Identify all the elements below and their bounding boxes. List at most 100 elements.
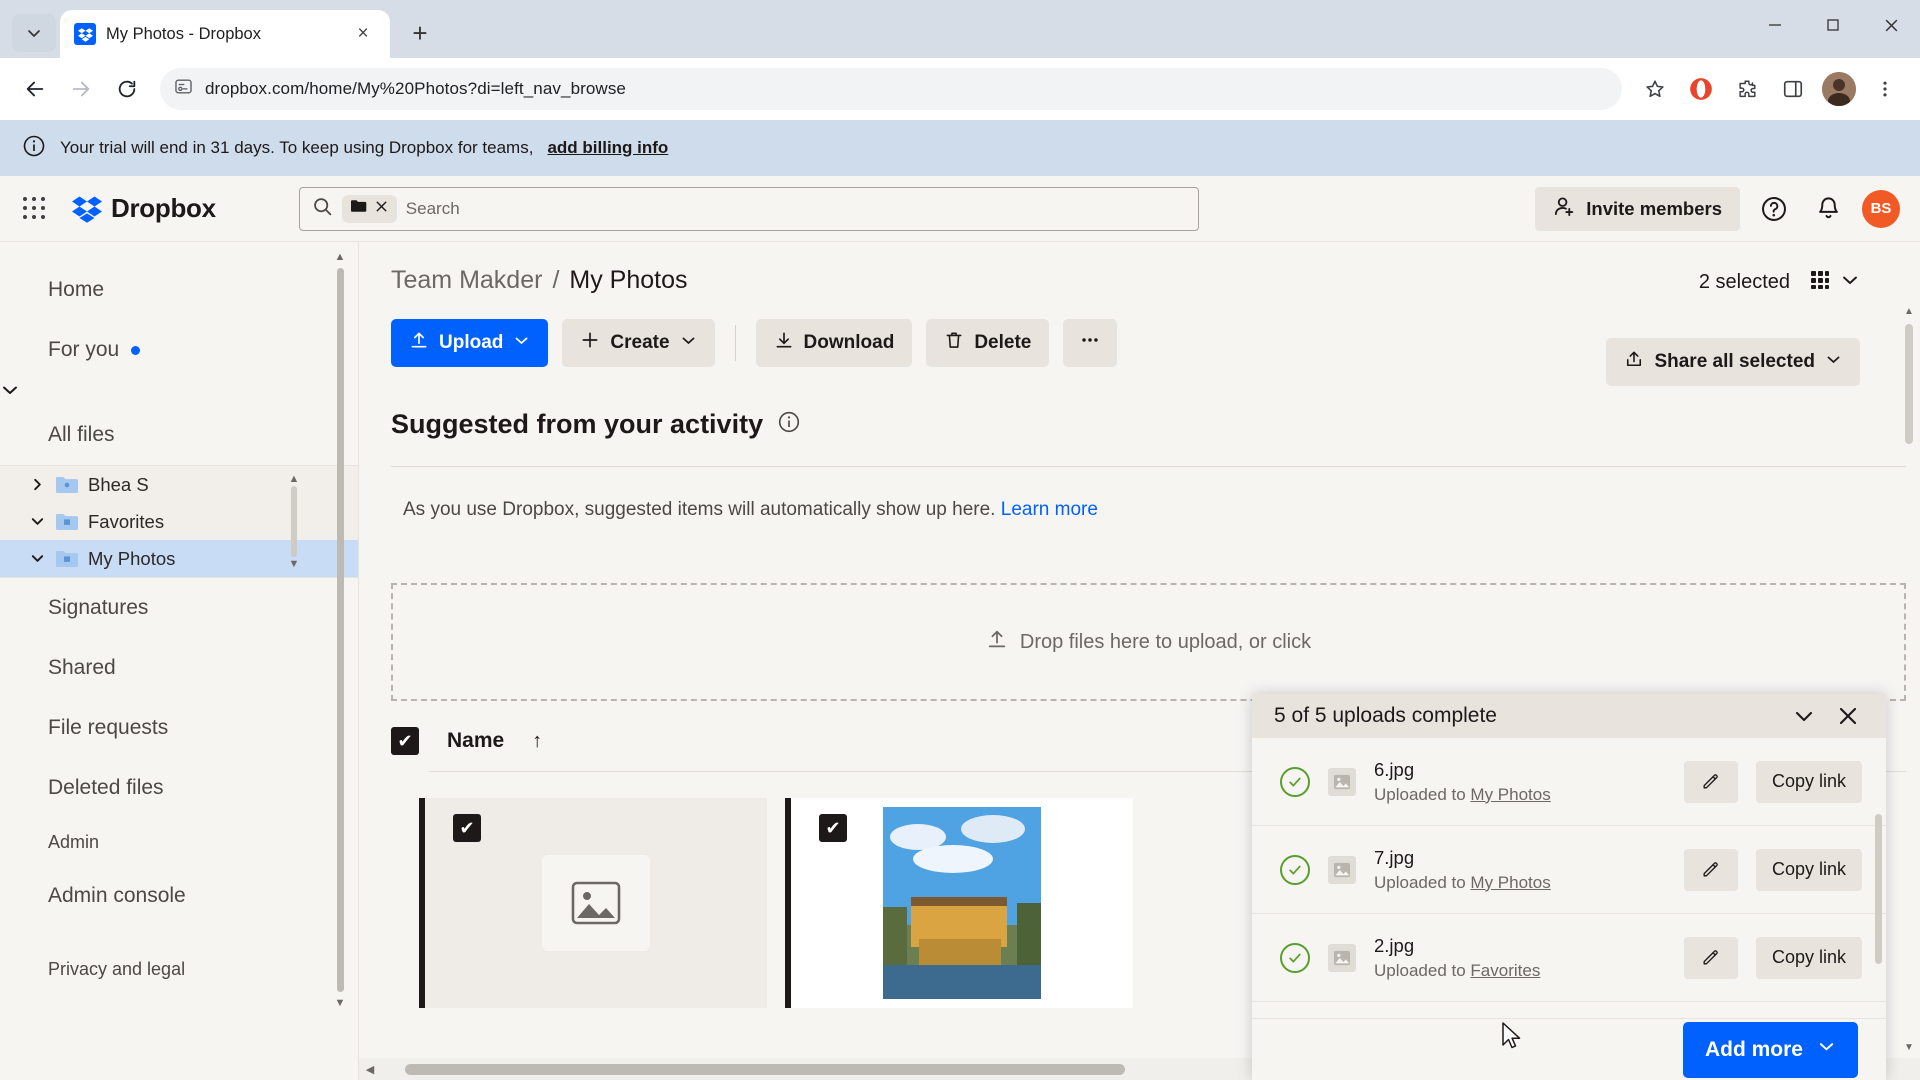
clear-filter-icon[interactable]	[375, 200, 388, 218]
user-avatar[interactable]: BS	[1862, 189, 1900, 228]
sidebar-item-privacy-and-legal[interactable]: Privacy and legal	[0, 926, 358, 1012]
rename-button[interactable]	[1683, 936, 1738, 979]
learn-more-link[interactable]: Learn more	[1001, 499, 1098, 520]
close-window-icon[interactable]	[1862, 0, 1920, 50]
sidebar-item-label: For you	[48, 338, 120, 361]
more-actions-button[interactable]	[1063, 319, 1118, 367]
chevron-down-icon[interactable]	[1782, 694, 1826, 738]
rename-button[interactable]	[1683, 848, 1738, 891]
search-input[interactable]: Search	[298, 186, 1199, 231]
scroll-down-icon[interactable]: ▼	[334, 996, 346, 1010]
file-card[interactable]: ✔	[419, 798, 767, 1008]
chevron-right-icon[interactable]	[28, 477, 46, 492]
file-dropzone[interactable]: Drop files here to upload, or click	[391, 583, 1906, 701]
sidebar-item-home[interactable]: Home	[0, 260, 358, 320]
copy-link-button[interactable]: Copy link	[1755, 848, 1862, 891]
delete-button[interactable]: Delete	[926, 319, 1050, 367]
sort-arrow-icon[interactable]: ↑	[532, 730, 542, 753]
scroll-up-icon[interactable]: ▲	[1902, 304, 1916, 318]
star-icon[interactable]	[1634, 68, 1676, 110]
opera-icon[interactable]	[1680, 68, 1722, 110]
sidebar-item-signatures[interactable]: Signatures	[0, 578, 358, 638]
kebab-menu-icon[interactable]	[1864, 68, 1906, 110]
download-button[interactable]: Download	[755, 319, 913, 367]
image-file-icon	[1328, 767, 1356, 796]
browser-tab[interactable]: My Photos - Dropbox ×	[60, 10, 390, 58]
tree-item-favorites[interactable]: Favorites	[0, 503, 358, 540]
upload-destination-link[interactable]: Favorites	[1470, 961, 1540, 980]
file-checkbox[interactable]: ✔	[819, 814, 847, 842]
chevron-down-icon[interactable]	[28, 514, 46, 529]
chevron-down-icon[interactable]	[0, 386, 20, 404]
sidebar-item-admin-console[interactable]: Admin console	[0, 866, 358, 926]
add-more-button[interactable]: Add more	[1682, 1021, 1858, 1078]
scroll-up-icon[interactable]: ▲	[334, 250, 346, 264]
info-circle-icon[interactable]	[777, 410, 801, 439]
reload-icon[interactable]	[106, 68, 148, 110]
close-icon[interactable]: ×	[350, 21, 376, 47]
extensions-icon[interactable]	[1726, 68, 1768, 110]
notification-bell-icon[interactable]	[1808, 189, 1848, 229]
main-scrollbar[interactable]: ▲ ▼	[1902, 304, 1916, 1054]
tree-item-bhea-s[interactable]: Bhea S	[0, 466, 358, 503]
sidebar-item-file-requests[interactable]: File requests	[0, 698, 358, 758]
file-checkbox[interactable]: ✔	[453, 814, 481, 842]
upload-destination-link[interactable]: My Photos	[1470, 785, 1550, 804]
minimize-icon[interactable]	[1746, 0, 1804, 50]
grid-view-icon[interactable]	[1808, 268, 1832, 297]
chevron-down-icon[interactable]	[1840, 270, 1860, 295]
breadcrumb-team[interactable]: Team Makder	[391, 266, 542, 295]
add-billing-info-link[interactable]: add billing info	[547, 138, 668, 158]
help-circle-icon[interactable]	[1754, 189, 1794, 229]
back-arrow-icon[interactable]	[14, 68, 56, 110]
sidebar-scrollbar[interactable]: ▲ ▼	[334, 250, 346, 1010]
sidebar-item-for-you[interactable]: For you	[0, 320, 358, 380]
upload-status-text: Uploaded to	[1374, 784, 1466, 804]
upload-item: 7.jpg Uploaded to My Photos Copy link	[1252, 826, 1886, 914]
upload-list: 6.jpg Uploaded to My Photos Copy link 7.jpg…	[1252, 738, 1886, 1018]
rename-button[interactable]	[1683, 760, 1738, 803]
invite-members-button[interactable]: Invite members	[1535, 186, 1740, 231]
view-toggle-button[interactable]	[1808, 268, 1860, 297]
scroll-down-icon[interactable]: ▼	[288, 557, 300, 571]
new-tab-button[interactable]: +	[400, 13, 440, 53]
dropbox-logo[interactable]: Dropbox	[72, 193, 216, 224]
sidebar-item-deleted-files[interactable]: Deleted files	[0, 758, 358, 818]
chevron-down-icon[interactable]	[1825, 351, 1842, 374]
close-icon[interactable]	[1826, 694, 1870, 738]
site-settings-icon[interactable]	[174, 77, 193, 101]
copy-link-button[interactable]: Copy link	[1755, 760, 1862, 803]
column-header-name[interactable]: Name	[447, 729, 504, 753]
copy-link-button[interactable]: Copy link	[1755, 936, 1862, 979]
upload-file-status: Uploaded to Favorites	[1374, 961, 1666, 981]
chevron-down-icon[interactable]	[28, 551, 46, 566]
chevron-down-icon[interactable]	[513, 332, 530, 355]
sidebar-item-label: Home	[48, 278, 105, 301]
new-badge-dot	[131, 345, 141, 355]
chevron-down-icon[interactable]	[680, 332, 697, 355]
side-panel-icon[interactable]	[1772, 68, 1814, 110]
upload-list-scrollbar[interactable]	[1872, 800, 1884, 964]
share-all-selected-button[interactable]: Share all selected	[1606, 338, 1860, 386]
scroll-up-icon[interactable]: ▲	[288, 472, 300, 486]
maximize-icon[interactable]	[1804, 0, 1862, 50]
address-bar[interactable]: dropbox.com/home/My%20Photos?di=left_nav…	[160, 68, 1622, 110]
create-button[interactable]: Create	[562, 319, 715, 367]
tree-scrollbar[interactable]: ▲ ▼	[288, 472, 300, 571]
sidebar-item-shared[interactable]: Shared	[0, 638, 358, 698]
apps-grid-icon[interactable]	[18, 192, 52, 226]
upload-destination-link[interactable]: My Photos	[1470, 873, 1550, 892]
select-all-checkbox[interactable]: ✔	[391, 727, 419, 755]
sidebar-item-all-files[interactable]: All files	[0, 380, 358, 465]
scroll-left-icon[interactable]: ◀	[359, 1063, 381, 1076]
tab-search-button[interactable]	[12, 14, 56, 52]
scroll-down-icon[interactable]: ▼	[1902, 1040, 1916, 1054]
download-label: Download	[803, 332, 895, 353]
forward-arrow-icon[interactable]	[60, 68, 102, 110]
tree-item-my-photos[interactable]: My Photos	[0, 540, 358, 577]
avatar[interactable]	[1818, 68, 1860, 110]
chevron-down-icon[interactable]	[1817, 1037, 1836, 1062]
upload-button[interactable]: Upload	[391, 319, 549, 367]
search-folder-filter-chip[interactable]	[341, 194, 397, 223]
file-card[interactable]: ✔	[785, 798, 1133, 1008]
